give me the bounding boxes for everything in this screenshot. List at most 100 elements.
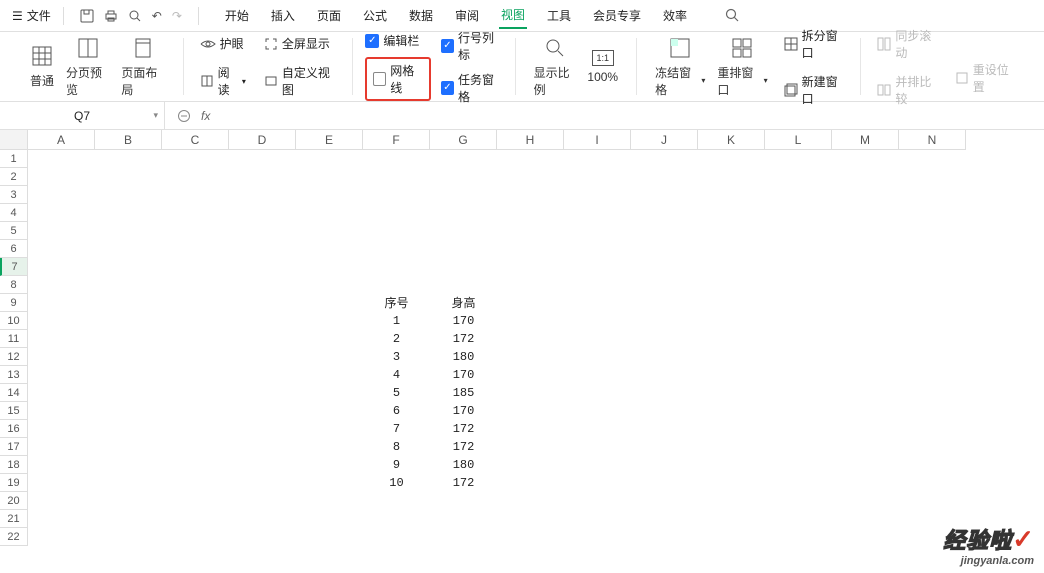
cell[interactable] — [296, 186, 363, 204]
cell[interactable] — [363, 186, 430, 204]
cell[interactable] — [765, 402, 832, 420]
zoom-button[interactable]: 显示比例 — [528, 34, 582, 100]
cell[interactable] — [497, 330, 564, 348]
cell[interactable]: 172 — [430, 420, 497, 438]
cell[interactable] — [229, 258, 296, 276]
cell[interactable] — [28, 438, 95, 456]
headings-checkbox[interactable]: ✓ 行号列标 — [441, 29, 503, 63]
cell[interactable] — [162, 366, 229, 384]
cell[interactable] — [698, 186, 765, 204]
cell[interactable] — [832, 222, 899, 240]
zoom-100-button[interactable]: 1:1 100% — [581, 48, 624, 86]
cell[interactable] — [631, 474, 698, 492]
row-header[interactable]: 9 — [0, 294, 28, 312]
cell[interactable] — [899, 474, 966, 492]
cell[interactable] — [363, 528, 430, 546]
fx-icon[interactable]: fx — [201, 109, 210, 123]
cell[interactable] — [229, 348, 296, 366]
cell[interactable] — [497, 204, 564, 222]
row-header[interactable]: 3 — [0, 186, 28, 204]
cell[interactable] — [631, 150, 698, 168]
cell[interactable] — [430, 168, 497, 186]
cell[interactable] — [162, 258, 229, 276]
row-header[interactable]: 13 — [0, 366, 28, 384]
cell[interactable] — [95, 204, 162, 222]
cell[interactable] — [899, 150, 966, 168]
cell[interactable] — [430, 204, 497, 222]
cell[interactable] — [765, 330, 832, 348]
cell[interactable]: 4 — [363, 366, 430, 384]
column-header[interactable]: C — [162, 130, 229, 150]
cell[interactable] — [765, 528, 832, 546]
cell[interactable] — [564, 276, 631, 294]
cell[interactable] — [564, 474, 631, 492]
cell[interactable] — [698, 330, 765, 348]
cell[interactable] — [631, 402, 698, 420]
cell[interactable] — [564, 240, 631, 258]
cell[interactable] — [899, 186, 966, 204]
cell[interactable] — [497, 150, 564, 168]
cell[interactable] — [497, 186, 564, 204]
cell[interactable] — [564, 510, 631, 528]
cell[interactable] — [229, 222, 296, 240]
cell[interactable]: 2 — [363, 330, 430, 348]
cell[interactable] — [564, 312, 631, 330]
cell[interactable] — [631, 330, 698, 348]
cell[interactable] — [698, 294, 765, 312]
cell[interactable]: 10 — [363, 474, 430, 492]
cell[interactable] — [363, 492, 430, 510]
cell[interactable] — [832, 492, 899, 510]
cell[interactable] — [832, 528, 899, 546]
cell[interactable] — [95, 186, 162, 204]
cell[interactable] — [95, 384, 162, 402]
cell[interactable] — [497, 168, 564, 186]
row-header[interactable]: 5 — [0, 222, 28, 240]
cell[interactable] — [296, 222, 363, 240]
cell[interactable] — [698, 240, 765, 258]
cell[interactable] — [631, 384, 698, 402]
cell[interactable] — [497, 276, 564, 294]
undo-icon[interactable]: ↶ — [152, 9, 162, 23]
cell[interactable] — [564, 492, 631, 510]
taskpane-checkbox[interactable]: ✓ 任务窗格 — [441, 71, 503, 105]
row-header[interactable]: 11 — [0, 330, 28, 348]
cell[interactable] — [497, 456, 564, 474]
cell[interactable] — [28, 222, 95, 240]
cell[interactable]: 170 — [430, 312, 497, 330]
cell[interactable] — [95, 312, 162, 330]
cell[interactable] — [430, 150, 497, 168]
arrange-button[interactable]: 重排窗口▾ — [711, 34, 773, 100]
cell[interactable] — [765, 420, 832, 438]
cell[interactable] — [296, 330, 363, 348]
eye-protect-button[interactable]: 护眼 — [196, 33, 250, 54]
cell[interactable] — [765, 150, 832, 168]
cell[interactable] — [296, 456, 363, 474]
row-header[interactable]: 10 — [0, 312, 28, 330]
cell[interactable] — [631, 438, 698, 456]
cell[interactable] — [296, 528, 363, 546]
cell[interactable] — [765, 222, 832, 240]
tab-formula[interactable]: 公式 — [361, 3, 389, 28]
cell[interactable] — [95, 258, 162, 276]
cell[interactable] — [832, 420, 899, 438]
freeze-panes-button[interactable]: 冻结窗格▾ — [649, 34, 711, 100]
cell[interactable] — [698, 438, 765, 456]
cell[interactable] — [698, 420, 765, 438]
cell[interactable] — [95, 456, 162, 474]
row-header[interactable]: 7 — [0, 258, 28, 276]
cell[interactable] — [765, 348, 832, 366]
cell[interactable] — [28, 492, 95, 510]
cell[interactable] — [363, 204, 430, 222]
cell[interactable] — [430, 258, 497, 276]
column-header[interactable]: H — [497, 130, 564, 150]
cell[interactable] — [95, 240, 162, 258]
cell[interactable] — [631, 366, 698, 384]
cell[interactable] — [296, 474, 363, 492]
cell[interactable] — [162, 204, 229, 222]
cell[interactable] — [229, 204, 296, 222]
fullscreen-button[interactable]: 全屏显示 — [260, 33, 340, 54]
cell[interactable] — [765, 276, 832, 294]
cell[interactable] — [899, 204, 966, 222]
cell[interactable] — [95, 510, 162, 528]
cell[interactable] — [899, 402, 966, 420]
